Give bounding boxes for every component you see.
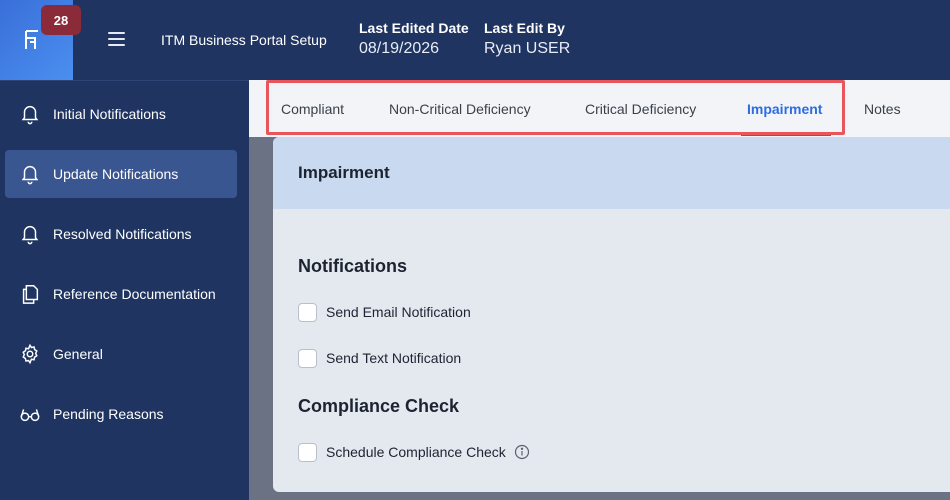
schedule-compliance-label: Schedule Compliance Check: [326, 444, 506, 460]
send-email-option[interactable]: Send Email Notification: [298, 302, 471, 322]
sidebar-item-label: General: [53, 346, 103, 362]
sidebar-item-general[interactable]: General: [5, 330, 237, 378]
sidebar-item-label: Reference Documentation: [53, 286, 216, 302]
sidebar-item-label: Update Notifications: [53, 166, 179, 182]
bell-icon: [21, 106, 39, 125]
tab-impairment[interactable]: Impairment: [747, 80, 822, 137]
notification-count-badge: 28: [41, 5, 81, 35]
last-edit-by-value: Ryan USER: [484, 40, 571, 57]
tab-notes[interactable]: Notes: [864, 80, 901, 137]
gear-icon: [22, 343, 38, 365]
sidebar-item-initial-notifications[interactable]: Initial Notifications: [5, 90, 237, 138]
last-edit-by-label: Last Edit By: [484, 20, 565, 36]
panel-header: Impairment: [273, 137, 950, 209]
send-text-label: Send Text Notification: [326, 350, 462, 366]
impairment-panel: Impairment Notifications Send Email Noti…: [273, 137, 950, 492]
sidebar-item-label: Resolved Notifications: [53, 226, 192, 242]
panel-title: Impairment: [298, 163, 390, 182]
compliance-check-heading: Compliance Check: [298, 396, 460, 416]
bell-icon: [21, 226, 39, 245]
info-icon[interactable]: [514, 444, 530, 460]
send-text-option[interactable]: Send Text Notification: [298, 348, 461, 368]
tab-critical-deficiency[interactable]: Critical Deficiency: [585, 80, 696, 137]
last-edit-by: Last Edit By Ryan USER: [484, 20, 570, 58]
sidebar-item-reference-documentation[interactable]: Reference Documentation: [5, 270, 237, 318]
sidebar-item-pending-reasons[interactable]: Pending Reasons: [5, 390, 237, 438]
last-edited-date-label: Last Edited Date: [359, 20, 469, 36]
app-title: ITM Business Portal Setup: [161, 32, 327, 48]
sidebar-item-label: Pending Reasons: [53, 406, 164, 422]
sidebar: Initial Notifications Update Notificatio…: [0, 80, 249, 500]
glasses-icon: [20, 409, 40, 422]
sidebar-item-update-notifications[interactable]: Update Notifications: [5, 150, 237, 198]
last-edited-date-value: 08/19/2026: [359, 40, 440, 57]
document-icon: [22, 285, 39, 304]
top-header: 28 ITM Business Portal Setup Last Edited…: [0, 0, 950, 80]
bell-icon: [21, 166, 39, 185]
sidebar-item-label: Initial Notifications: [53, 106, 166, 122]
send-text-checkbox[interactable]: [298, 348, 317, 368]
active-tab-indicator: [741, 133, 831, 136]
send-email-label: Send Email Notification: [326, 304, 471, 320]
tab-non-critical-deficiency[interactable]: Non-Critical Deficiency: [389, 80, 531, 137]
notifications-heading: Notifications: [298, 256, 408, 276]
schedule-compliance-checkbox[interactable]: [298, 442, 317, 462]
tab-compliant[interactable]: Compliant: [281, 80, 344, 137]
tab-bar: Compliant Non-Critical Deficiency Critic…: [249, 80, 950, 137]
hamburger-menu-icon[interactable]: [106, 28, 128, 50]
schedule-compliance-option[interactable]: Schedule Compliance Check: [298, 442, 530, 462]
sidebar-item-resolved-notifications[interactable]: Resolved Notifications: [5, 210, 237, 258]
send-email-checkbox[interactable]: [298, 302, 317, 322]
main-content: Compliant Non-Critical Deficiency Critic…: [249, 80, 950, 500]
last-edited-date: Last Edited Date 08/19/2026: [359, 20, 469, 58]
